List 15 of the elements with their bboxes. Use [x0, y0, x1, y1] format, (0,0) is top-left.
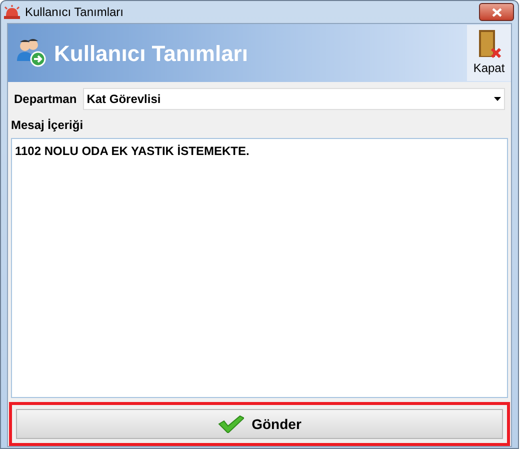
message-textarea[interactable]: 1102 NOLU ODA EK YASTIK İSTEMEKTE.	[11, 138, 508, 398]
send-button[interactable]: Gönder	[16, 409, 503, 439]
door-icon	[476, 29, 502, 59]
window-title: Kullanıcı Tanımları	[25, 4, 124, 21]
department-label: Departman	[14, 91, 77, 108]
users-icon	[16, 39, 46, 67]
department-dropdown[interactable]: Kat Görevlisi	[82, 88, 505, 110]
exit-button[interactable]: Kapat	[467, 25, 511, 81]
checkmark-icon	[218, 415, 244, 433]
bell-icon	[3, 5, 21, 19]
dropdown-caret-icon	[494, 97, 501, 101]
close-icon	[492, 8, 502, 16]
header-title: Kullanıcı Tanımları	[54, 40, 248, 68]
message-label: Mesaj İçeriği	[10, 117, 84, 134]
close-button[interactable]	[479, 3, 514, 21]
